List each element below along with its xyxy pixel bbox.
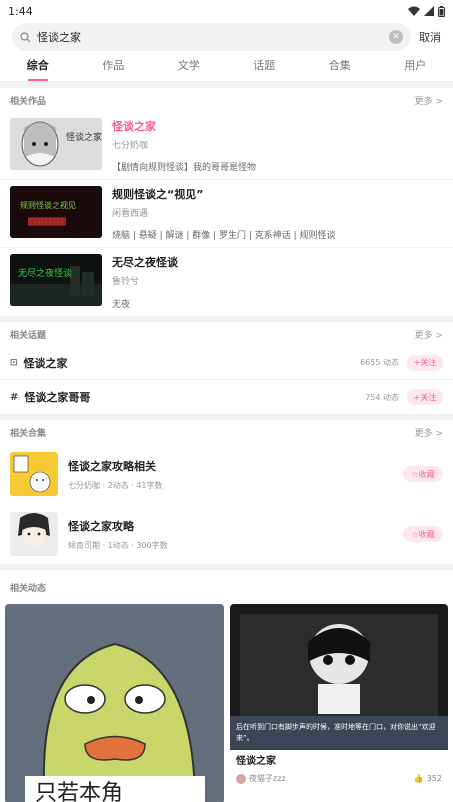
work-item[interactable]: 怪谈之家 怪谈之家 七分奶咖 【剧情向规则怪谈】我的哥哥是怪物 bbox=[0, 112, 453, 180]
collect-button[interactable]: ☆收藏 bbox=[403, 466, 443, 482]
wifi-icon bbox=[408, 6, 420, 16]
work-desc: 烧脑 | 悬疑 | 解谜 | 群像 | 罗生门 | 克系神话 | 规则怪谈 bbox=[112, 231, 336, 241]
cancel-button[interactable]: 取消 bbox=[419, 29, 441, 45]
topic-name: 怪谈之家哥哥 bbox=[24, 391, 91, 404]
tab-users[interactable]: 用户 bbox=[385, 57, 445, 81]
tab-topics[interactable]: 话题 bbox=[234, 57, 294, 81]
cover-art bbox=[10, 452, 58, 496]
overlay-text: 后在听到门口有脚步声的时候，准时地等在门口，对你说出“欢迎来”。 bbox=[236, 723, 436, 742]
topic-item[interactable]: # 怪谈之家哥哥 754 动态 +关注 bbox=[0, 380, 453, 414]
cover-text: 怪谈之家 bbox=[66, 131, 102, 143]
more-link[interactable]: 更多 > bbox=[415, 328, 443, 341]
section-title: 相关动态 bbox=[10, 583, 47, 594]
feed-caption: 只若本角 bbox=[35, 781, 123, 802]
follow-button[interactable]: +关注 bbox=[407, 389, 443, 405]
hashtag-icon: # bbox=[10, 391, 19, 403]
work-desc: 无夜 bbox=[112, 300, 131, 310]
search-tabs: 综合 作品 文学 话题 合集 用户 bbox=[0, 52, 453, 82]
topic-count: 754 动态 bbox=[365, 392, 399, 402]
section-header: 相关作品 更多 > bbox=[0, 88, 453, 112]
section-header: 相关合集 更多 > bbox=[0, 420, 453, 444]
work-item[interactable]: 规则怪谈之视见 ▓▓▓▓▓▓▓ 规则怪谈之“视见” 闲看西遇 烧脑 | 悬疑 |… bbox=[0, 180, 453, 248]
related-collections-section: 相关合集 更多 > 怪谈之家攻略相关 七分奶咖 · 2动态 · 41字数 ☆收藏 bbox=[0, 420, 453, 564]
clear-icon[interactable]: ✕ bbox=[389, 30, 403, 44]
tab-literature[interactable]: 文学 bbox=[159, 57, 219, 81]
cover-art: 无尽之夜怪谈 bbox=[10, 254, 102, 306]
topic-item[interactable]: ⊡ 怪谈之家 6655 动态 +关注 bbox=[0, 346, 453, 380]
cover-text: 无尽之夜怪谈 bbox=[18, 267, 72, 279]
related-topics-section: 相关话题 更多 > ⊡ 怪谈之家 6655 动态 +关注 # 怪谈之家哥哥 75… bbox=[0, 322, 453, 414]
collect-button[interactable]: ☆收藏 bbox=[403, 526, 443, 542]
collection-item[interactable]: 怪谈之家攻略相关 七分奶咖 · 2动态 · 41字数 ☆收藏 bbox=[0, 444, 453, 504]
section-title: 相关作品 bbox=[10, 96, 47, 107]
tab-works[interactable]: 作品 bbox=[83, 57, 143, 81]
feed-card[interactable]: 后在听到门口有脚步声的时候，准时地等在门口，对你说出“欢迎来”。 怪谈之家 夜猫… bbox=[230, 604, 448, 802]
work-cover: 无尽之夜怪谈 bbox=[10, 254, 102, 306]
work-cover: 怪谈之家 bbox=[10, 118, 102, 170]
collection-title: 怪谈之家攻略相关 bbox=[68, 459, 156, 473]
status-icons bbox=[408, 5, 445, 17]
work-info: 怪谈之家 七分奶咖 【剧情向规则怪谈】我的哥哥是怪物 bbox=[112, 118, 443, 173]
work-info: 无尽之夜怪谈 鲁铃兮 无夜 bbox=[112, 254, 443, 310]
work-author: 闲看西遇 bbox=[112, 209, 149, 219]
collection-meta: 七分奶咖 · 2动态 · 41字数 bbox=[68, 480, 163, 490]
collection-meta: 倾南司期 · 1动态 · 300字数 bbox=[68, 540, 168, 550]
like-count: 352 bbox=[426, 774, 442, 783]
cover-art bbox=[10, 512, 58, 556]
section-title: 相关合集 bbox=[10, 428, 47, 439]
topic-icon: ⊡ bbox=[10, 357, 18, 368]
collection-cover bbox=[10, 452, 58, 496]
work-title: 无尽之夜怪谈 bbox=[112, 256, 178, 269]
work-title: 怪谈之家 bbox=[112, 120, 156, 133]
collection-title: 怪谈之家攻略 bbox=[68, 519, 134, 533]
cover-art: 怪谈之家 bbox=[10, 118, 102, 170]
work-item[interactable]: 无尽之夜怪谈 无尽之夜怪谈 鲁铃兮 无夜 bbox=[0, 248, 453, 316]
work-info: 规则怪谈之“视见” 闲看西遇 烧脑 | 悬疑 | 解谜 | 群像 | 罗生门 |… bbox=[112, 186, 443, 241]
work-desc: 【剧情向规则怪谈】我的哥哥是怪物 bbox=[112, 163, 257, 173]
follow-button[interactable]: +关注 bbox=[407, 354, 443, 371]
feed-author[interactable]: 夜猫子zzz bbox=[249, 773, 286, 784]
svg-text:▓▓▓▓▓▓▓: ▓▓▓▓▓▓▓ bbox=[28, 217, 66, 226]
section-header: 相关话题 更多 > bbox=[0, 322, 453, 346]
tab-comprehensive[interactable]: 综合 bbox=[8, 57, 68, 81]
section-header: 相关动态 bbox=[0, 570, 453, 604]
work-author: 鲁铃兮 bbox=[112, 277, 140, 287]
work-title: 规则怪谈之“视见” bbox=[112, 188, 204, 201]
work-author: 七分奶咖 bbox=[112, 141, 149, 151]
collection-item[interactable]: 怪谈之家攻略 倾南司期 · 1动态 · 300字数 ☆收藏 bbox=[0, 504, 453, 564]
topic-name: 怪谈之家 bbox=[23, 356, 68, 370]
more-link[interactable]: 更多 > bbox=[415, 426, 443, 439]
feed-grid: 只若本角 后在听到门口有脚步声的时候，准时地等在门口，对你说出“欢迎来”。 怪谈… bbox=[0, 604, 453, 802]
related-feed-section: 相关动态 只若本角 后在听到门口有脚步声的时候，准时地等在门口，对你说出“欢迎来… bbox=[0, 570, 453, 802]
feed-card[interactable]: 只若本角 bbox=[5, 604, 224, 802]
signal-icon bbox=[424, 6, 434, 16]
work-cover: 规则怪谈之视见 ▓▓▓▓▓▓▓ bbox=[10, 186, 102, 238]
like-icon[interactable]: 👍 bbox=[414, 774, 424, 783]
related-works-section: 相关作品 更多 > 怪谈之家 怪谈之家 七分奶咖 【剧情向规则怪谈】我的哥哥是怪… bbox=[0, 88, 453, 316]
search-row: ✕ 取消 bbox=[0, 22, 453, 52]
feed-card-title: 怪谈之家 bbox=[236, 756, 276, 767]
search-icon bbox=[20, 31, 31, 42]
battery-icon bbox=[438, 5, 445, 17]
search-input[interactable] bbox=[37, 30, 383, 44]
feed-image: 只若本角 bbox=[5, 604, 224, 802]
section-title: 相关话题 bbox=[10, 330, 47, 341]
status-bar: 1:44 bbox=[0, 0, 453, 22]
more-link[interactable]: 更多 > bbox=[415, 94, 443, 107]
tab-collections[interactable]: 合集 bbox=[310, 57, 370, 81]
topic-count: 6655 动态 bbox=[360, 358, 399, 367]
status-time: 1:44 bbox=[8, 4, 33, 18]
search-box[interactable]: ✕ bbox=[12, 23, 411, 51]
avatar[interactable] bbox=[236, 773, 246, 784]
cover-art: 规则怪谈之视见 ▓▓▓▓▓▓▓ bbox=[10, 186, 102, 238]
collection-cover bbox=[10, 512, 58, 556]
cover-text: 规则怪谈之视见 bbox=[20, 200, 76, 210]
